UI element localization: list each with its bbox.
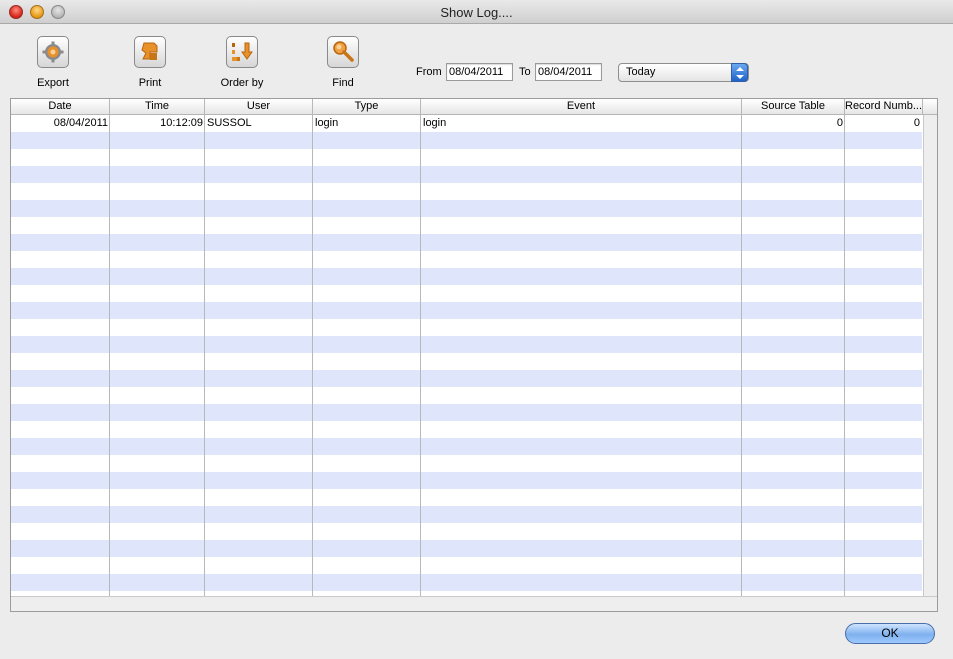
gear-icon xyxy=(37,36,69,68)
cell-user: SUSSOL xyxy=(207,117,252,129)
print-label: Print xyxy=(138,77,162,89)
print-button[interactable]: Print xyxy=(115,36,185,89)
empty-row xyxy=(11,234,922,251)
cell-time: 10:12:09 xyxy=(160,117,203,129)
vertical-scrollbar[interactable] xyxy=(923,115,937,611)
column-header-user[interactable]: User xyxy=(205,99,313,115)
log-table[interactable]: Date Time User Type Event Source Table R… xyxy=(10,98,938,612)
from-date-field[interactable]: 08/04/2011 xyxy=(446,63,513,81)
table-row[interactable]: 08/04/2011 10:12:09 SUSSOL login login 0… xyxy=(11,115,922,132)
order-by-label: Order by xyxy=(220,77,264,89)
empty-row xyxy=(11,489,922,506)
column-divider xyxy=(844,115,845,611)
column-header-source-table[interactable]: Source Table xyxy=(742,99,845,115)
empty-row xyxy=(11,421,922,438)
empty-row xyxy=(11,183,922,200)
title-bar: Show Log.... xyxy=(0,0,953,24)
empty-row xyxy=(11,285,922,302)
to-date-field[interactable]: 08/04/2011 xyxy=(535,63,602,81)
magnifier-icon xyxy=(327,36,359,68)
empty-row xyxy=(11,217,922,234)
find-label: Find xyxy=(332,77,354,89)
column-divider xyxy=(109,115,110,611)
up-down-arrows-icon xyxy=(731,63,748,82)
empty-row xyxy=(11,523,922,540)
empty-row xyxy=(11,200,922,217)
cell-date: 08/04/2011 xyxy=(53,117,108,129)
empty-row xyxy=(11,370,922,387)
empty-row xyxy=(11,149,922,166)
empty-row xyxy=(11,472,922,489)
empty-row xyxy=(11,353,922,370)
empty-row xyxy=(11,166,922,183)
column-header-time[interactable]: Time xyxy=(110,99,205,115)
empty-row xyxy=(11,268,922,285)
from-label: From xyxy=(416,66,442,78)
column-divider xyxy=(741,115,742,611)
empty-row xyxy=(11,387,922,404)
ok-button[interactable]: OK xyxy=(845,623,935,644)
date-range-select[interactable]: Today xyxy=(618,63,749,82)
column-header-date[interactable]: Date xyxy=(11,99,110,115)
cell-event: login xyxy=(423,117,447,129)
table-header: Date Time User Type Event Source Table R… xyxy=(11,99,937,115)
empty-row xyxy=(11,251,922,268)
empty-row xyxy=(11,319,922,336)
print-icon xyxy=(134,36,166,68)
empty-row xyxy=(11,574,922,591)
cell-type: login xyxy=(315,117,339,129)
cell-source-table: 0 xyxy=(836,117,843,129)
empty-row xyxy=(11,404,922,421)
column-header-event[interactable]: Event xyxy=(421,99,742,115)
sort-icon xyxy=(226,36,258,68)
empty-row xyxy=(11,302,922,319)
export-button[interactable]: Export xyxy=(18,36,88,89)
column-header-record-number[interactable]: Record Numb... xyxy=(845,99,923,115)
to-label: To xyxy=(519,66,531,78)
column-divider xyxy=(204,115,205,611)
column-header-type[interactable]: Type xyxy=(313,99,421,115)
window-title: Show Log.... xyxy=(440,5,513,20)
empty-row xyxy=(11,132,922,149)
empty-row xyxy=(11,336,922,353)
order-by-button[interactable]: Order by xyxy=(207,36,277,89)
empty-row xyxy=(11,540,922,557)
export-label: Export xyxy=(37,77,69,89)
cell-record-number: 0 xyxy=(913,117,920,129)
empty-row xyxy=(11,506,922,523)
table-body: 08/04/2011 10:12:09 SUSSOL login login 0… xyxy=(11,115,922,608)
empty-row xyxy=(11,438,922,455)
horizontal-scrollbar[interactable] xyxy=(11,596,937,611)
column-divider xyxy=(312,115,313,611)
empty-row xyxy=(11,557,922,574)
date-range-value: Today xyxy=(626,66,656,78)
column-divider xyxy=(420,115,421,611)
find-button[interactable]: Find xyxy=(308,36,378,89)
empty-row xyxy=(11,455,922,472)
